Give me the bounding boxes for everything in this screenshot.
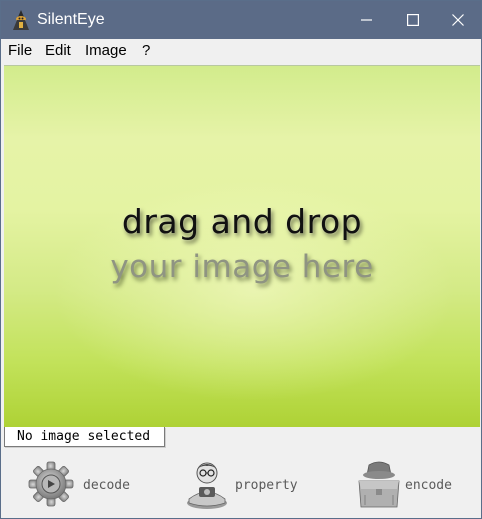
menu-edit[interactable]: Edit: [44, 42, 72, 60]
image-drop-area[interactable]: drag and drop your image here: [4, 65, 480, 427]
minimize-button[interactable]: [344, 1, 390, 39]
decode-gear-icon: [27, 459, 79, 511]
maximize-icon: [407, 14, 419, 26]
silenteye-app-icon: [11, 9, 31, 31]
menu-help[interactable]: ?: [141, 42, 151, 60]
menu-image[interactable]: Image: [84, 42, 128, 60]
decode-label: decode: [83, 478, 130, 493]
status-tab: No image selected: [4, 427, 165, 447]
maximize-button[interactable]: [390, 1, 436, 39]
property-label: property: [235, 478, 298, 493]
action-bar: decode property encode: [1, 449, 481, 518]
menu-file[interactable]: File: [7, 42, 33, 60]
drop-hint-line1: drag and drop: [121, 202, 363, 241]
minimize-icon: [361, 19, 372, 21]
encode-spy-icon: [353, 459, 405, 511]
title-bar[interactable]: SilentEye: [1, 1, 481, 39]
close-icon: [452, 14, 464, 26]
window-title: SilentEye: [37, 11, 105, 28]
silenteye-window: SilentEye File Edit Image ? drag and dro…: [0, 0, 482, 519]
close-button[interactable]: [435, 1, 481, 39]
drop-hint-line2: your image here: [110, 249, 374, 285]
encode-label: encode: [405, 478, 452, 493]
menu-bar: File Edit Image ?: [1, 39, 481, 63]
status-text: No image selected: [17, 429, 151, 444]
property-person-icon: [181, 459, 233, 511]
